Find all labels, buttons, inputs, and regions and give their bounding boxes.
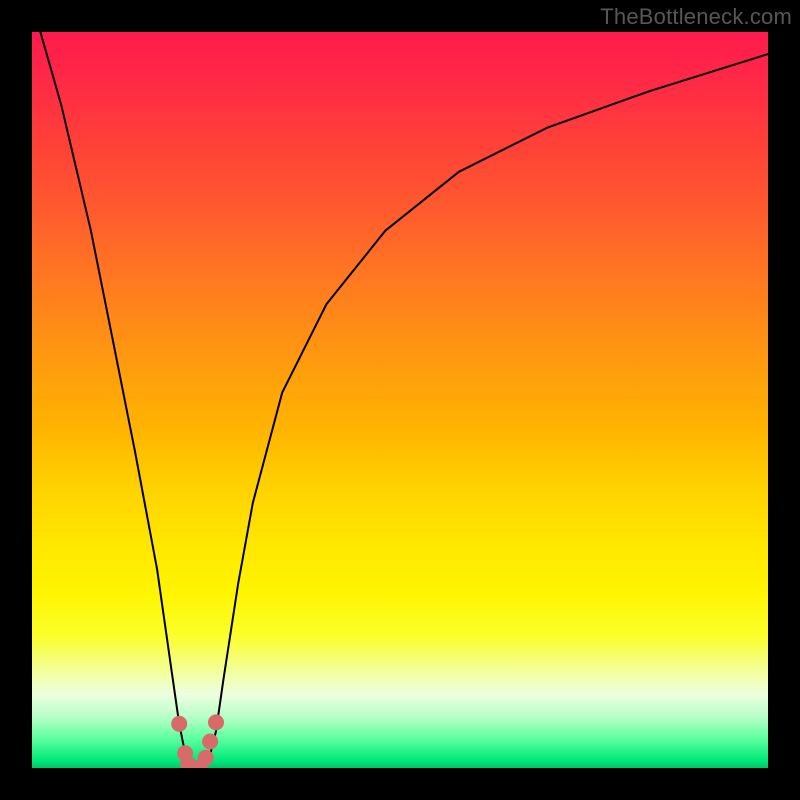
curve-marker [171,716,187,732]
chart-frame: TheBottleneck.com [0,0,800,800]
markers-group [171,714,224,768]
chart-plot-area [32,32,768,768]
curve-marker [198,750,214,766]
chart-svg [32,32,768,768]
curve-marker [208,714,224,730]
watermark-text: TheBottleneck.com [600,4,792,30]
bottleneck-curve [32,32,768,768]
curve-marker [202,734,218,750]
